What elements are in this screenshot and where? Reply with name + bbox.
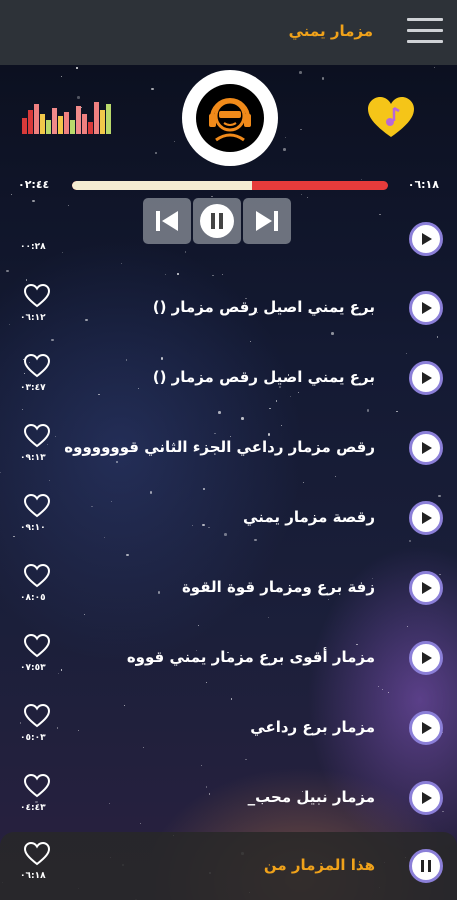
song-title: مزمار نبيل محب_ [247, 788, 375, 806]
play-icon [422, 512, 432, 524]
song-duration: ٠٦:١٨ [20, 871, 46, 881]
heart-outline-icon[interactable] [24, 634, 50, 658]
song-duration: ٠٣:٤٧ [20, 383, 46, 393]
song-row[interactable]: ٠٩:١٣ رقص مزمار رداعي الجزء الثاني قووووو… [0, 414, 457, 484]
play-song-button[interactable] [409, 431, 443, 465]
heart-outline-icon[interactable] [24, 842, 50, 866]
previous-button[interactable] [143, 198, 191, 244]
play-icon [422, 233, 432, 245]
play-song-button[interactable] [409, 222, 443, 256]
song-title: برع يمني اصيل رقص مزمار () [152, 368, 375, 386]
pause-button[interactable] [193, 198, 241, 244]
song-duration: ٠٤:٤٣ [20, 803, 46, 813]
song-duration: ٠٧:٥٣ [20, 663, 46, 673]
play-song-button[interactable] [409, 361, 443, 395]
play-icon [422, 652, 432, 664]
song-duration: ٠٦:١٢ [20, 313, 46, 323]
star [151, 87, 154, 91]
play-song-button[interactable] [409, 571, 443, 605]
song-title: رقص مزمار رداعي الجزء الثاني قووووووه [64, 438, 375, 456]
play-icon [422, 582, 432, 594]
total-time: ٠٦:١٨ [407, 178, 439, 191]
hamburger-icon[interactable] [407, 18, 443, 44]
heart-music-icon[interactable] [368, 97, 414, 139]
star [307, 196, 309, 199]
star [321, 77, 325, 80]
play-icon [422, 302, 432, 314]
song-duration: ٠٥:٠٣ [20, 733, 46, 743]
dj-headphones-icon [209, 98, 251, 142]
song-duration: ٠٩:١٠ [20, 523, 46, 533]
heart-outline-icon[interactable] [24, 424, 50, 448]
song-title: هذا المزمار من [263, 856, 375, 874]
song-row[interactable]: ٠٦:١٢ برع يمني اصيل رقص مزمار () [0, 274, 457, 344]
song-title: برع يمني اصيل رقص مزمار () [152, 298, 375, 316]
equalizer-icon[interactable] [22, 100, 112, 134]
album-art [182, 70, 278, 166]
song-row[interactable]: ٠٣:٤٧ برع يمني اصيل رقص مزمار () [0, 344, 457, 414]
play-icon [422, 372, 432, 384]
star [301, 193, 303, 195]
heart-outline-icon[interactable] [24, 774, 50, 798]
seek-bar[interactable] [72, 181, 388, 190]
song-title: زفة برع ومزمار قوة القوة [181, 578, 375, 596]
play-song-button[interactable] [409, 711, 443, 745]
playback-controls [143, 198, 293, 244]
star [285, 137, 287, 139]
star [61, 75, 63, 77]
star [155, 152, 157, 154]
song-title: مزمار برع رداعي [250, 718, 375, 736]
pause-icon [200, 204, 234, 238]
song-row[interactable]: ٠٨:٠٥ زفة برع ومزمار قوة القوة [0, 554, 457, 624]
seek-bar-played [72, 181, 253, 190]
play-icon [422, 442, 432, 454]
song-row[interactable]: ٠٥:٠٣ مزمار برع رداعي [0, 694, 457, 764]
heart-outline-icon[interactable] [24, 564, 50, 588]
star [283, 148, 286, 151]
heart-outline-icon[interactable] [24, 354, 50, 378]
app-bar: مزمار يمني [0, 0, 457, 65]
song-row[interactable]: ٠٩:١٠ رقصة مزمار يمني [0, 484, 457, 554]
play-song-button[interactable] [409, 501, 443, 535]
play-song-button[interactable] [409, 291, 443, 325]
next-button[interactable] [243, 198, 291, 244]
song-row[interactable]: ٠٤:٤٣ مزمار نبيل محب_ [0, 764, 457, 834]
song-title: مزمار أقوى برع مزمار يمني قووه [126, 648, 375, 666]
play-song-button[interactable] [409, 641, 443, 675]
star [11, 193, 13, 196]
star [300, 128, 302, 131]
skip-previous-icon [156, 211, 178, 231]
star [67, 204, 70, 206]
star [173, 140, 175, 142]
heart-outline-icon[interactable] [24, 704, 50, 728]
pause-song-button[interactable] [409, 849, 443, 883]
star [299, 71, 302, 74]
song-duration: ٠٨:٠٥ [20, 593, 46, 603]
skip-next-icon [256, 211, 278, 231]
pause-icon [421, 860, 431, 872]
song-duration: ٠٠:٢٨ [20, 242, 46, 252]
song-duration: ٠٩:١٣ [20, 453, 46, 463]
play-song-button[interactable] [409, 781, 443, 815]
play-icon [422, 792, 432, 804]
star [32, 199, 35, 203]
star [76, 67, 78, 69]
song-title: رقصة مزمار يمني [243, 508, 375, 526]
song-row[interactable]: ٠٦:١٨ هذا المزمار من [0, 832, 457, 900]
heart-outline-icon[interactable] [24, 284, 50, 308]
song-row[interactable]: ٠٧:٥٣ مزمار أقوى برع مزمار يمني قووه [0, 624, 457, 694]
elapsed-time: ٠٢:٤٤ [18, 178, 50, 191]
app-title: مزمار يمني [288, 22, 373, 40]
star [211, 195, 213, 197]
play-icon [422, 722, 432, 734]
star [434, 66, 436, 68]
star [77, 96, 80, 99]
heart-outline-icon[interactable] [24, 494, 50, 518]
